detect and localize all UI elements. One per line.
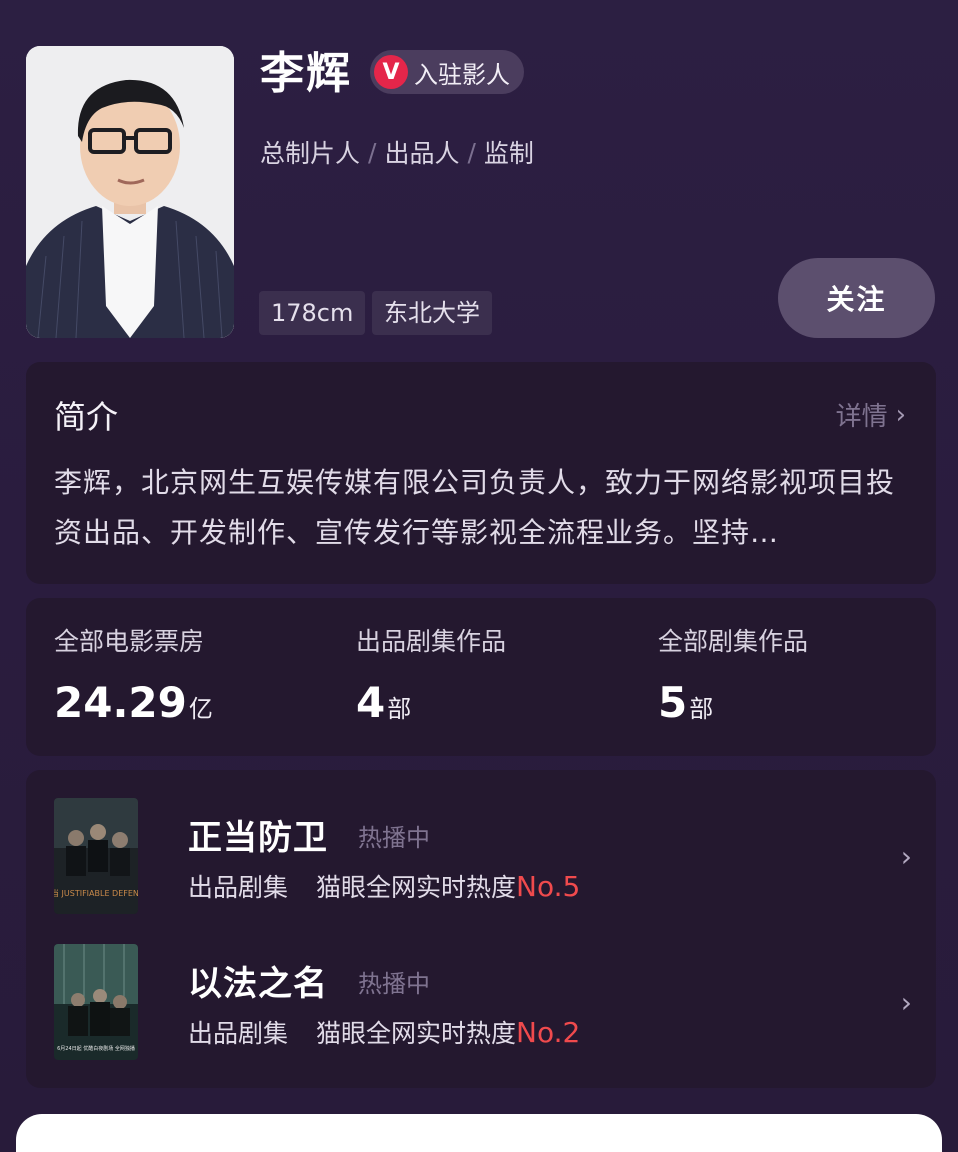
work-type: 出品剧集 <box>188 1019 289 1048</box>
work-title: 正当防卫 <box>188 818 328 858</box>
verified-badge: V 入驻影人 <box>370 50 524 94</box>
stat-label: 全部电影票房 <box>54 627 205 656</box>
avatar <box>26 46 234 338</box>
school-tag: 东北大学 <box>372 291 492 335</box>
poster-caption: 正当 JUSTIFIABLE DEFENSE <box>54 888 138 898</box>
intro-title: 简介 <box>54 398 119 436</box>
intro-details-link[interactable]: 详情 › <box>836 396 906 433</box>
role-item: 监制 <box>483 139 534 168</box>
intro-text[interactable]: 李辉，北京网生互娱传媒有限公司负责人，致力于网络影视项目投资出品、开发制作、宣传… <box>54 458 914 558</box>
chevron-right-icon: › <box>900 986 912 1019</box>
work-status: 热播中 <box>358 824 430 852</box>
work-meta: 出品剧集 猫眼全网实时热度 No.5 <box>188 868 580 904</box>
work-poster: 正当 JUSTIFIABLE DEFENSE <box>54 798 138 914</box>
profile-name: 李辉 <box>260 48 352 99</box>
verified-badge-label: 入驻影人 <box>414 60 510 89</box>
work-poster: 6月24日起 优酷白夜剧场 全网独播 <box>54 944 138 1060</box>
role-item: 出品人 <box>384 139 460 168</box>
work-rank: No.5 <box>516 870 581 903</box>
stat-box-office[interactable]: 全部电影票房 24.29亿 <box>54 622 213 727</box>
work-item[interactable]: 6月24日起 优酷白夜剧场 全网独播 以法之名 热播中 出品剧集 猫眼全网实时热… <box>54 944 914 1062</box>
stat-label: 出品剧集作品 <box>356 627 507 656</box>
works-card: 正当 JUSTIFIABLE DEFENSE 正当防卫 热播中 出品剧集 猫眼全… <box>26 770 936 1088</box>
role-separator: / <box>467 137 476 167</box>
stats-card: 全部电影票房 24.29亿 出品剧集作品 4部 全部剧集作品 5部 <box>26 598 936 756</box>
stat-unit: 亿 <box>188 695 213 723</box>
height-tag: 178cm <box>259 291 366 335</box>
poster-caption: 6月24日起 优酷白夜剧场 全网独播 <box>57 1045 135 1052</box>
work-heat-label: 猫眼全网实时热度 <box>316 873 517 902</box>
stat-unit: 部 <box>387 695 412 723</box>
role-item: 总制片人 <box>260 139 361 168</box>
stat-value: 4 <box>356 678 386 727</box>
intro-details-label: 详情 <box>835 402 888 432</box>
chevron-right-icon: › <box>900 840 912 873</box>
stat-unit: 部 <box>689 695 714 723</box>
stat-label: 全部剧集作品 <box>658 627 809 656</box>
work-status: 热播中 <box>358 970 430 998</box>
intro-card: 简介 详情 › 李辉，北京网生互娱传媒有限公司负责人，致力于网络影视项目投资出品… <box>26 362 936 584</box>
work-rank: No.2 <box>516 1016 581 1049</box>
work-type: 出品剧集 <box>188 873 289 902</box>
stat-produced-series[interactable]: 出品剧集作品 4部 <box>356 622 506 727</box>
follow-button[interactable]: 关注 <box>778 258 935 338</box>
chevron-right-icon: › <box>895 399 906 430</box>
work-title: 以法之名 <box>188 964 328 1004</box>
profile-roles: 总制片人 / 出品人 / 监制 <box>260 134 534 170</box>
bottom-sheet <box>16 1114 942 1152</box>
stat-all-series[interactable]: 全部剧集作品 5部 <box>658 622 808 727</box>
work-meta: 出品剧集 猫眼全网实时热度 No.2 <box>188 1014 580 1050</box>
role-separator: / <box>368 137 377 167</box>
work-item[interactable]: 正当 JUSTIFIABLE DEFENSE 正当防卫 热播中 出品剧集 猫眼全… <box>54 798 914 916</box>
verified-v-icon: V <box>374 55 408 89</box>
work-heat-label: 猫眼全网实时热度 <box>316 1019 517 1048</box>
stat-value: 5 <box>658 678 688 727</box>
stat-value: 24.29 <box>54 678 187 727</box>
